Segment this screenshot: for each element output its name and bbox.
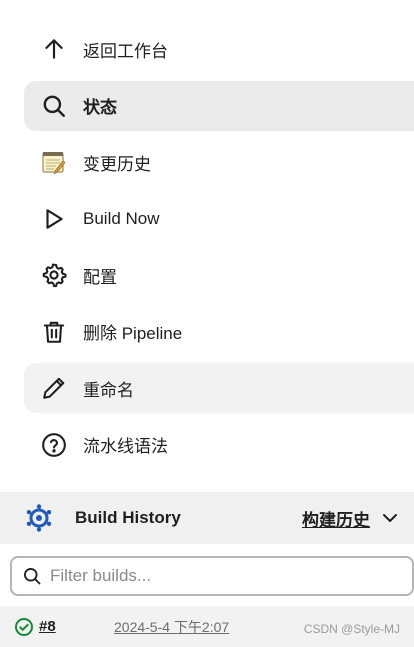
menu-item-changes[interactable]: 变更历史: [24, 137, 414, 187]
build-time-link[interactable]: 2024-5-4 下午2:07: [114, 617, 229, 637]
menu-item-label: 删除 Pipeline: [83, 324, 183, 343]
menu-item-pipeline-syntax[interactable]: 流水线语法: [24, 420, 414, 470]
build-history-trend-link[interactable]: 构建历史: [302, 506, 370, 531]
help-icon: [40, 431, 68, 459]
play-icon: [40, 205, 68, 233]
menu-item-back-to-dashboard[interactable]: 返回工作台: [24, 24, 414, 74]
build-row[interactable]: #8 2024-5-4 下午2:07 CSDN @Style-MJ: [0, 606, 414, 647]
build-history-header: Build History 构建历史: [0, 492, 414, 544]
build-number-link[interactable]: #8: [39, 618, 56, 635]
menu-item-status[interactable]: 状态: [24, 80, 414, 131]
menu-item-label: 状态: [83, 98, 117, 117]
filter-builds-input[interactable]: [50, 566, 390, 586]
gear-icon: [40, 261, 68, 289]
menu-item-label: 配置: [83, 267, 117, 287]
menu-item-configure[interactable]: 配置: [24, 250, 414, 300]
menu-item-build-now[interactable]: Build Now: [24, 194, 414, 244]
menu-item-rename[interactable]: 重命名: [24, 363, 414, 413]
pencil-icon: [40, 374, 68, 402]
watermark: CSDN @Style-MJ: [303, 622, 400, 636]
jenkins-build-history-icon: [26, 504, 52, 532]
notepad-icon: [40, 148, 68, 176]
filter-builds-box: [10, 556, 414, 596]
menu-item-label: 重命名: [83, 380, 134, 400]
arrow-up-icon: [40, 35, 68, 63]
trash-icon: [40, 318, 68, 346]
success-check-icon: [15, 617, 33, 636]
menu-item-label: Build Now: [83, 208, 160, 228]
menu-item-label: 变更历史: [83, 154, 151, 174]
menu-item-label: 流水线语法: [83, 437, 168, 456]
side-menu: 返回工作台 状态 变更历史 Build Now 配置 删除 Pipeline 重…: [24, 24, 414, 476]
chevron-down-icon[interactable]: [380, 508, 400, 528]
search-icon: [40, 92, 68, 120]
search-icon: [24, 568, 41, 585]
menu-item-delete-pipeline[interactable]: 删除 Pipeline: [24, 307, 414, 357]
menu-item-label: 返回工作台: [83, 41, 168, 61]
build-history-title: Build History: [75, 508, 181, 527]
